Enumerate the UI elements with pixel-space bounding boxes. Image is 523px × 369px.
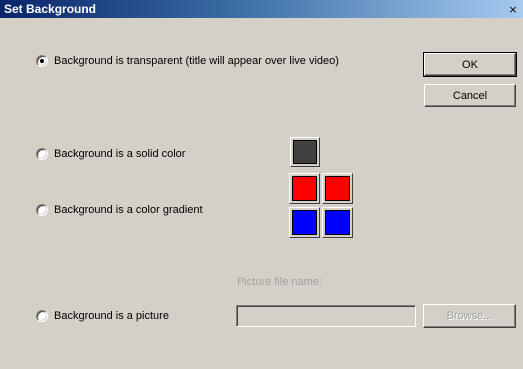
option-picture-label: Background is a picture: [54, 310, 169, 322]
radio-picture[interactable]: [36, 310, 48, 322]
gradient-bottom-right-fill: [325, 210, 350, 235]
gradient-bottom-right-swatch[interactable]: [322, 207, 353, 238]
gradient-top-left-swatch[interactable]: [289, 173, 320, 204]
window-title: Set Background: [4, 2, 97, 16]
gradient-top-right-swatch[interactable]: [322, 173, 353, 204]
option-picture[interactable]: Background is a picture: [36, 309, 169, 323]
option-transparent[interactable]: Background is transparent (title will ap…: [36, 54, 339, 68]
picture-file-name-label: Picture file name:: [237, 276, 322, 288]
close-icon[interactable]: ×: [505, 1, 521, 17]
gradient-top-left-fill: [292, 176, 317, 201]
gradient-bottom-left-swatch[interactable]: [289, 207, 320, 238]
browse-button[interactable]: Browse...: [423, 304, 516, 328]
option-color-gradient[interactable]: Background is a color gradient: [36, 203, 203, 217]
solid-color-fill: [293, 140, 317, 164]
title-bar: Set Background ×: [0, 0, 523, 18]
gradient-top-right-fill: [325, 176, 350, 201]
radio-transparent[interactable]: [36, 55, 48, 67]
option-transparent-label: Background is transparent (title will ap…: [54, 55, 339, 67]
ok-button[interactable]: OK: [423, 52, 517, 77]
picture-file-name-input[interactable]: [236, 305, 416, 327]
gradient-bottom-left-fill: [292, 210, 317, 235]
option-color-gradient-label: Background is a color gradient: [54, 204, 203, 216]
radio-color-gradient[interactable]: [36, 204, 48, 216]
radio-solid-color[interactable]: [36, 148, 48, 160]
option-solid-color[interactable]: Background is a solid color: [36, 147, 185, 161]
option-solid-color-label: Background is a solid color: [54, 148, 186, 160]
solid-color-swatch[interactable]: [290, 137, 320, 167]
cancel-button[interactable]: Cancel: [424, 84, 516, 107]
